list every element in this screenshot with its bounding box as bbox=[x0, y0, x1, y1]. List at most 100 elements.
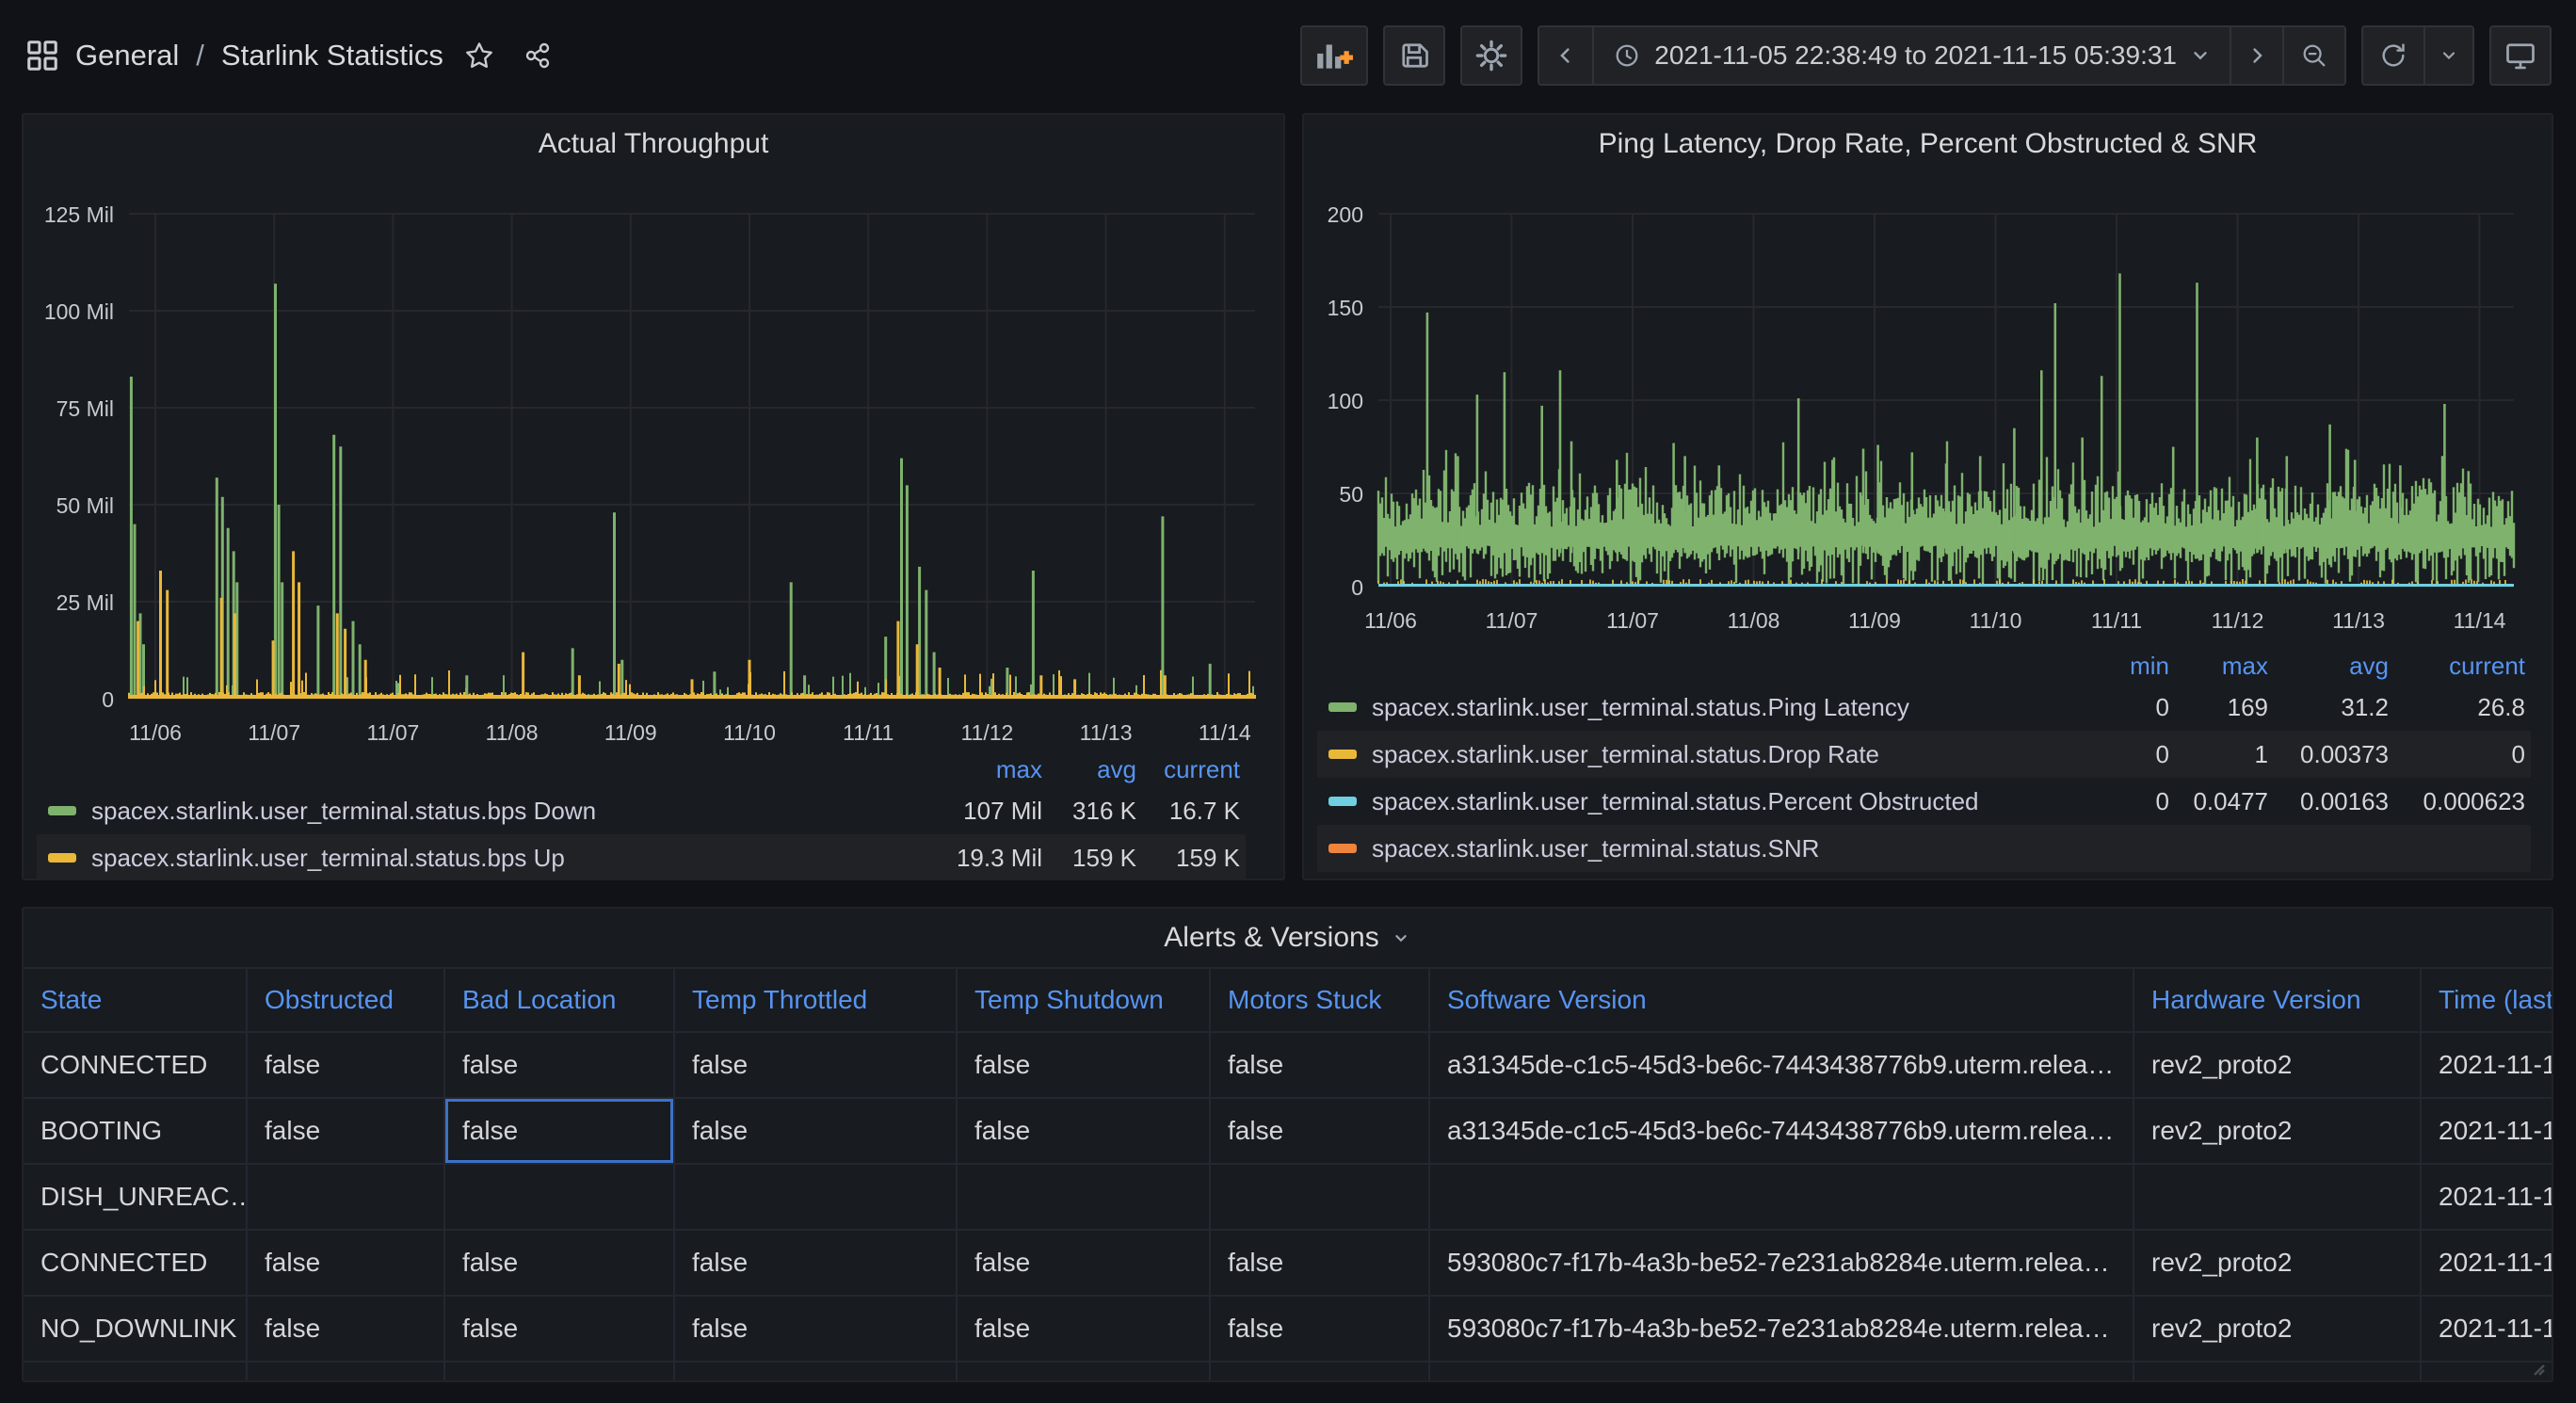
table-cell: false bbox=[958, 1033, 1211, 1099]
legend-series-label[interactable]: spacex.starlink.user_terminal.status.Dro… bbox=[1372, 740, 2075, 769]
legend-stat-header-max[interactable]: max bbox=[920, 755, 1042, 784]
column-header-state[interactable]: State bbox=[24, 967, 248, 1033]
table-row: BOOTINGfalsefalsefalsefalsefalsea31345de… bbox=[24, 1099, 2552, 1165]
legend-stat-header-max[interactable]: max bbox=[2169, 652, 2268, 681]
legend-swatch[interactable] bbox=[1328, 750, 1357, 759]
panel-title-actual-throughput[interactable]: Actual Throughput bbox=[24, 115, 1283, 173]
legend-swatch[interactable] bbox=[1328, 797, 1357, 806]
kiosk-mode-button[interactable] bbox=[2489, 25, 2552, 86]
panel-resize-grip[interactable] bbox=[2529, 1360, 2546, 1377]
y-axis-label: 100 Mil bbox=[44, 299, 114, 324]
time-zoom-out-button[interactable] bbox=[2282, 27, 2344, 84]
table-cell: false bbox=[1211, 1033, 1430, 1099]
dashboard-toolbar: 2021-11-05 22:38:49 to 2021-11-15 05:39:… bbox=[1300, 25, 2552, 86]
time-picker-group: 2021-11-05 22:38:49 to 2021-11-15 05:39:… bbox=[1538, 25, 2346, 86]
legend-swatch[interactable] bbox=[48, 853, 76, 863]
alerts-versions-table: StateObstructedBad LocationTemp Throttle… bbox=[24, 967, 2552, 1382]
legend-stat-header-current[interactable]: current bbox=[1136, 755, 1240, 784]
clock-icon bbox=[1613, 41, 1641, 70]
panel-title-ping-latency[interactable]: Ping Latency, Drop Rate, Percent Obstruc… bbox=[1304, 115, 2552, 173]
legend-stat-value-avg: 31.2 bbox=[2268, 693, 2389, 722]
panel-actual-throughput: Actual Throughput 025 Mil50 Mil75 Mil100… bbox=[22, 113, 1285, 880]
legend-series-label[interactable]: spacex.starlink.user_terminal.status.Pin… bbox=[1372, 693, 2075, 722]
panel-title-text: Alerts & Versions bbox=[1164, 922, 1378, 954]
favorite-star-button[interactable] bbox=[464, 40, 494, 71]
table-cell: false bbox=[675, 1231, 958, 1297]
add-panel-icon bbox=[1314, 39, 1354, 73]
legend-series-row: spacex.starlink.user_terminal.status.SNR bbox=[1317, 825, 2531, 872]
y-axis-label: 100 bbox=[1328, 389, 1363, 413]
legend-stat-header-avg[interactable]: avg bbox=[2268, 652, 2389, 681]
refresh-dashboard-button[interactable] bbox=[2363, 27, 2423, 84]
series-percent-obstructed bbox=[1378, 584, 2514, 587]
dashboard-settings-button[interactable] bbox=[1460, 25, 1522, 86]
table-cell: false bbox=[675, 1297, 958, 1363]
time-range-picker[interactable]: 2021-11-05 22:38:49 to 2021-11-15 05:39:… bbox=[1592, 27, 2230, 84]
breadcrumb-folder[interactable]: General bbox=[75, 39, 179, 73]
legend-stat-header-min[interactable]: min bbox=[2075, 652, 2169, 681]
legend-stat-value-avg: 0.00373 bbox=[2268, 740, 2389, 769]
save-dashboard-button[interactable] bbox=[1383, 25, 1445, 86]
x-axis-label: 11/09 bbox=[604, 720, 657, 745]
legend-swatch[interactable] bbox=[1328, 702, 1357, 712]
time-shift-forward-button[interactable] bbox=[2230, 27, 2282, 84]
add-panel-button[interactable] bbox=[1300, 25, 1368, 86]
dashboards-grid-icon[interactable] bbox=[24, 38, 60, 73]
x-axis-label: 11/07 bbox=[248, 720, 300, 745]
legend-swatch[interactable] bbox=[1328, 844, 1357, 853]
legend-stat-header-avg[interactable]: avg bbox=[1042, 755, 1136, 784]
legend-header-row: minmaxavgcurrent bbox=[1317, 648, 2531, 684]
legend-series-label[interactable]: spacex.starlink.user_terminal.status.bps… bbox=[91, 844, 920, 873]
table-cell: false bbox=[1211, 1231, 1430, 1297]
x-axis-label: 11/09 bbox=[1848, 608, 1901, 633]
x-axis-label: 11/11 bbox=[2091, 608, 2142, 633]
time-shift-back-button[interactable] bbox=[1539, 27, 1592, 84]
column-header-temp-shutdown[interactable]: Temp Shutdown bbox=[958, 967, 1211, 1033]
legend-swatch[interactable] bbox=[48, 806, 76, 815]
y-axis-label: 50 Mil bbox=[56, 493, 114, 518]
panel-title-alerts-versions[interactable]: Alerts & Versions bbox=[24, 909, 2552, 967]
table-row: CONNECTEDfalsefalsefalsefalsefalse593080… bbox=[24, 1231, 2552, 1297]
column-header-obstructed[interactable]: Obstructed bbox=[248, 967, 445, 1033]
table-cell: CONNECTED bbox=[24, 1231, 248, 1297]
y-axis-label: 125 Mil bbox=[44, 202, 114, 227]
x-axis-label: 11/10 bbox=[1970, 608, 2022, 633]
refresh-interval-dropdown[interactable] bbox=[2423, 27, 2472, 84]
legend-series-label[interactable]: spacex.starlink.user_terminal.status.Per… bbox=[1372, 787, 2075, 816]
legend-stat-value-current: 26.8 bbox=[2389, 693, 2525, 722]
table-cell: false bbox=[445, 1231, 675, 1297]
table-header-row: StateObstructedBad LocationTemp Throttle… bbox=[24, 967, 2552, 1033]
table-cell bbox=[24, 1363, 248, 1382]
legend-series-label[interactable]: spacex.starlink.user_terminal.status.SNR bbox=[1372, 834, 2075, 863]
legend-stat-value-min: 0 bbox=[2075, 787, 2169, 816]
legend-stat-value-current: 16.7 K bbox=[1136, 797, 1240, 826]
column-header-time-last-[interactable]: Time (last) bbox=[2422, 967, 2552, 1033]
table-cell: false bbox=[248, 1231, 445, 1297]
x-axis-label: 11/14 bbox=[2454, 608, 2506, 633]
table-cell: false bbox=[675, 1033, 958, 1099]
chevron-down-icon bbox=[2439, 46, 2458, 65]
y-axis-label: 50 bbox=[1339, 482, 1363, 507]
column-header-software-version[interactable]: Software Version bbox=[1430, 967, 2134, 1033]
y-axis-label: 75 Mil bbox=[56, 396, 114, 421]
column-header-bad-location[interactable]: Bad Location bbox=[445, 967, 675, 1033]
table-cell: BOOTING bbox=[24, 1099, 248, 1165]
throughput-legend: maxavgcurrent spacex.starlink.user_termin… bbox=[37, 751, 1246, 880]
table-cell: false bbox=[958, 1297, 1211, 1363]
series-bps-up-baseline bbox=[129, 695, 1255, 699]
y-axis-label: 200 bbox=[1328, 202, 1363, 227]
legend-stat-header-current[interactable]: current bbox=[2389, 652, 2525, 681]
table-cell bbox=[1430, 1363, 2134, 1382]
legend-series-label[interactable]: spacex.starlink.user_terminal.status.bps… bbox=[91, 797, 920, 826]
share-button[interactable] bbox=[523, 40, 553, 71]
column-header-hardware-version[interactable]: Hardware Version bbox=[2134, 967, 2422, 1033]
legend-series-row: spacex.starlink.user_terminal.status.Pin… bbox=[1317, 684, 2531, 731]
table-cell: 2021-11-12 bbox=[2422, 1231, 2552, 1297]
legend-stat-value-avg: 316 K bbox=[1042, 797, 1136, 826]
table-cell: 2021-11-12 bbox=[2422, 1165, 2552, 1231]
column-header-temp-throttled[interactable]: Temp Throttled bbox=[675, 967, 958, 1033]
table-cell: rev2_proto2 bbox=[2134, 1297, 2422, 1363]
x-axis-label: 11/07 bbox=[366, 720, 419, 745]
column-header-motors-stuck[interactable]: Motors Stuck bbox=[1211, 967, 1430, 1033]
y-axis-label: 25 Mil bbox=[56, 590, 114, 615]
